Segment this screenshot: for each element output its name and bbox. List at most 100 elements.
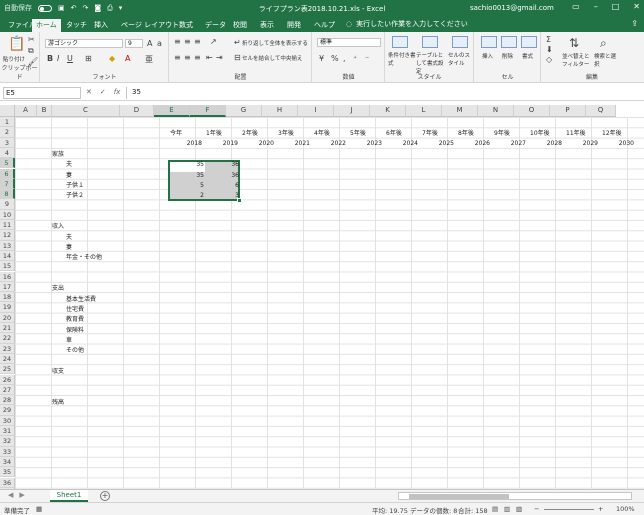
- align-bottom-icon[interactable]: ≡: [194, 37, 201, 46]
- insert-function-icon[interactable]: fx: [114, 88, 121, 96]
- autosum-icon[interactable]: Σ: [546, 35, 551, 44]
- age-next-cell[interactable]: 6: [205, 181, 239, 191]
- row-header[interactable]: 22: [0, 333, 15, 344]
- year-offset-label[interactable]: 3年後: [278, 129, 294, 139]
- minimize-icon[interactable]: –: [594, 2, 598, 11]
- year-cell[interactable]: 2027: [492, 139, 526, 149]
- column-header-o[interactable]: O: [514, 105, 550, 117]
- merge-center-icon[interactable]: ⊟: [234, 53, 241, 62]
- ribbon-display-icon[interactable]: ▭: [572, 2, 580, 11]
- formula-input[interactable]: 35: [126, 87, 640, 99]
- year-offset-label[interactable]: 9年後: [494, 129, 510, 139]
- bold-icon[interactable]: B: [47, 54, 53, 63]
- row-header[interactable]: 1: [0, 117, 15, 128]
- zoom-out-icon[interactable]: −: [534, 505, 539, 513]
- column-header-l[interactable]: L: [406, 105, 442, 117]
- align-right-icon[interactable]: ≡: [194, 53, 201, 62]
- percent-icon[interactable]: %: [331, 54, 339, 63]
- column-header-i[interactable]: I: [298, 105, 334, 117]
- age-next-cell[interactable]: 36: [205, 171, 239, 181]
- column-header-d[interactable]: D: [120, 105, 154, 117]
- year-offset-label[interactable]: 11年後: [566, 129, 586, 139]
- tab-help[interactable]: ヘルプ: [310, 19, 339, 32]
- column-header-m[interactable]: M: [442, 105, 478, 117]
- view-page-layout-icon[interactable]: ▥: [504, 505, 510, 513]
- fill-icon[interactable]: ⬇: [546, 45, 553, 54]
- year-offset-label[interactable]: 7年後: [422, 129, 438, 139]
- row-header[interactable]: 19: [0, 302, 15, 313]
- year-cell[interactable]: 2022: [312, 139, 346, 149]
- age-next-cell[interactable]: 36: [205, 160, 239, 170]
- sheet-tab-sheet1[interactable]: Sheet1: [50, 490, 88, 502]
- column-header-k[interactable]: K: [370, 105, 406, 117]
- row-header[interactable]: 29: [0, 405, 15, 416]
- row-header[interactable]: 5: [0, 158, 15, 169]
- column-header-p[interactable]: P: [550, 105, 586, 117]
- row-header[interactable]: 9: [0, 199, 15, 210]
- row-header[interactable]: 36: [0, 477, 15, 488]
- year-cell[interactable]: 2026: [456, 139, 490, 149]
- column-header-g[interactable]: G: [226, 105, 262, 117]
- column-header-n[interactable]: N: [478, 105, 514, 117]
- paste-icon[interactable]: 📋: [8, 36, 25, 52]
- column-header-h[interactable]: H: [262, 105, 298, 117]
- decrease-decimal-icon[interactable]: ⁻: [365, 54, 369, 63]
- tab-formulas[interactable]: 数式: [175, 19, 197, 32]
- comma-icon[interactable]: ,: [343, 54, 346, 63]
- align-top-icon[interactable]: ≡: [174, 37, 181, 46]
- row-header[interactable]: 28: [0, 395, 15, 406]
- view-page-break-icon[interactable]: ▧: [516, 505, 522, 513]
- column-header-a[interactable]: A: [15, 105, 37, 117]
- age-now-cell[interactable]: 2: [170, 191, 204, 201]
- sort-filter-label[interactable]: 並べ替えとフィルター: [562, 52, 592, 68]
- wrap-text-icon[interactable]: ↵: [234, 38, 241, 47]
- row-header[interactable]: 7: [0, 178, 15, 190]
- increase-decimal-icon[interactable]: ⁺: [353, 54, 357, 63]
- row-header[interactable]: 4: [0, 147, 15, 159]
- merge-center-label[interactable]: セルを結合して中央揃え: [242, 54, 302, 62]
- row-header[interactable]: 11: [0, 220, 15, 231]
- delete-cells-label[interactable]: 削除: [502, 52, 513, 60]
- year-cell[interactable]: 2021: [276, 139, 310, 149]
- tab-page-layout[interactable]: ページ レイアウト: [117, 19, 183, 32]
- zoom-level[interactable]: 100%: [616, 505, 635, 513]
- age-now-cell[interactable]: 35: [170, 171, 204, 181]
- sort-filter-icon[interactable]: ⇅: [569, 36, 579, 50]
- tab-view[interactable]: 表示: [256, 19, 278, 32]
- year-offset-label[interactable]: 4年後: [314, 129, 330, 139]
- tab-touch[interactable]: タッチ: [62, 19, 91, 32]
- row-header[interactable]: 26: [0, 374, 15, 385]
- row-header[interactable]: 2: [0, 127, 15, 138]
- format-as-table-icon[interactable]: [418, 36, 442, 50]
- row-header[interactable]: 27: [0, 384, 15, 396]
- enter-icon[interactable]: ✓: [100, 88, 106, 96]
- clear-icon[interactable]: ◇: [546, 55, 552, 64]
- align-center-icon[interactable]: ≡: [184, 53, 191, 62]
- year-cell[interactable]: 2030: [600, 139, 634, 149]
- year-cell[interactable]: 2020: [240, 139, 274, 149]
- year-offset-label[interactable]: 2年後: [242, 129, 258, 139]
- underline-icon[interactable]: U: [67, 54, 73, 63]
- conditional-format-icon[interactable]: [388, 36, 412, 50]
- row-header[interactable]: 17: [0, 281, 15, 293]
- column-header-f[interactable]: F: [190, 105, 226, 117]
- cell-gridlines[interactable]: [15, 117, 644, 489]
- orientation-icon[interactable]: ↗: [210, 37, 217, 46]
- year-offset-label[interactable]: 5年後: [350, 129, 366, 139]
- row-header[interactable]: 15: [0, 261, 15, 272]
- currency-icon[interactable]: ¥: [319, 54, 324, 63]
- tell-me-search[interactable]: ◌ 実行したい作業を入力してください: [346, 19, 468, 29]
- row-header[interactable]: 3: [0, 137, 15, 148]
- shrink-font-icon[interactable]: a: [157, 39, 162, 48]
- year-offset-label[interactable]: 1年後: [206, 129, 222, 139]
- year-cell[interactable]: 2024: [384, 139, 418, 149]
- tab-review[interactable]: 校閲: [229, 19, 251, 32]
- column-header-q[interactable]: Q: [586, 105, 616, 117]
- row-header[interactable]: 21: [0, 323, 15, 334]
- tab-insert[interactable]: 挿入: [90, 19, 112, 32]
- column-header-b[interactable]: B: [37, 105, 52, 117]
- year-cell[interactable]: 2019: [204, 139, 238, 149]
- grow-font-icon[interactable]: A: [147, 39, 152, 48]
- scrollbar-thumb[interactable]: [409, 494, 509, 499]
- tab-developer[interactable]: 開発: [283, 19, 305, 32]
